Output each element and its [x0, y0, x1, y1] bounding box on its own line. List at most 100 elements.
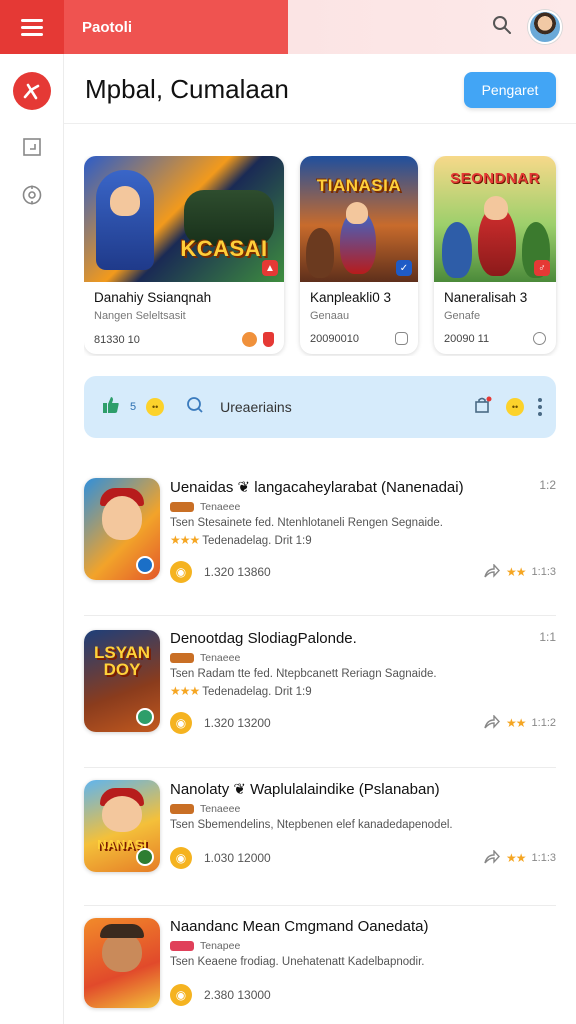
item-description: Tsen Sbemendelins, Ntepbenen elef kanade…: [170, 819, 453, 831]
item-description: Tsen Stesainete fed. Ntenhlotaneli Renge…: [170, 517, 444, 529]
filter-bar: 5 •• Ureaeriains ••: [84, 376, 556, 438]
list-item[interactable]: Uenaidas ❦ langacaheylarabat (Nanenadai)…: [84, 464, 556, 616]
card-art-text: SEONDNAR: [450, 170, 540, 187]
item-rating-text: Tedenadelag. Drit 1:9: [202, 686, 312, 698]
coin-icon: [242, 332, 257, 347]
tag-icon: [170, 941, 194, 951]
bag-icon[interactable]: [474, 396, 492, 419]
emoji-icon[interactable]: ••: [146, 398, 165, 416]
emoji-icon[interactable]: ••: [506, 398, 524, 416]
corner-badge-icon: ▲: [262, 260, 278, 276]
crop-icon[interactable]: [21, 136, 43, 158]
menu-icon: [21, 15, 43, 40]
item-thumbnail: [84, 478, 160, 580]
item-rating-text: Tedenadelag. Drit 1:9: [202, 535, 312, 547]
card-title: Kanpleakli0 3: [310, 290, 392, 305]
target-icon[interactable]: [21, 184, 43, 206]
brand-strip: Paotoli: [64, 0, 288, 54]
brand-icon[interactable]: [12, 72, 51, 110]
search-icon[interactable]: [492, 15, 512, 40]
list-item[interactable]: NANASI Nanolaty ❦ Waplulalaindike (Pslan…: [84, 768, 556, 906]
featured-card[interactable]: KCASAI ▲ Danahiy Ssianqnah Nangen Selelt…: [84, 156, 284, 354]
item-title: Uenaidas ❦ langacaheylarabat (Nanenadai): [170, 479, 464, 496]
left-rail: [0, 54, 64, 1024]
page-header: Mpbal, Cumalaan Pengaret: [64, 54, 576, 124]
featured-carousel: KCASAI ▲ Danahiy Ssianqnah Nangen Selelt…: [84, 156, 576, 356]
star-rating-icon: ★★★: [170, 533, 200, 547]
top-bar: Paotoli: [0, 0, 576, 54]
card-title: Naneralisah 3: [444, 290, 528, 305]
item-title: Denootdag SlodiagPalonde.: [170, 630, 357, 647]
item-right-value: 1:1:3: [531, 566, 556, 578]
item-subtitle: Tenaeee: [200, 652, 241, 664]
coin-icon: ◉: [170, 712, 192, 734]
item-stat: 1.030 12000: [204, 851, 271, 865]
shield-icon: [263, 332, 274, 347]
item-description: Tsen Keaene frodiag. Unehatenatt Kadelba…: [170, 956, 425, 968]
featured-card[interactable]: SEONDNAR ♂ Naneralisah 3 Genafe 20090 11: [434, 156, 556, 354]
menu-button[interactable]: [0, 0, 64, 54]
card-meta: 81330 10: [94, 333, 140, 346]
list-item[interactable]: LSYAN DOY Denootdag SlodiagPalonde. 1:1 …: [84, 616, 556, 768]
item-stat: 1.320 13860: [204, 565, 271, 579]
card-meta: 20090 11: [444, 332, 490, 345]
item-time: 1:1: [539, 630, 556, 644]
star-rating-icon: ★★★: [170, 684, 200, 698]
check-circle-icon: [533, 332, 546, 345]
main-content: Mpbal, Cumalaan Pengaret KCASAI ▲ Danahi…: [64, 54, 576, 1024]
coin-icon: ◉: [170, 847, 192, 869]
tag-icon: [170, 653, 194, 663]
card-subtitle: Genafe: [444, 310, 481, 322]
top-right-area: [288, 0, 576, 54]
item-time: 1:2: [539, 478, 556, 492]
card-title: Danahiy Ssianqnah: [94, 290, 212, 305]
corner-badge-icon: ♂: [534, 260, 550, 276]
item-subtitle: Tenaeee: [200, 803, 241, 815]
item-title: Nanolaty ❦ Waplulalaindike (Pslanaban): [170, 781, 440, 798]
featured-card[interactable]: TIANASIA ✓ Kanpleakli0 3 Genaau 20090010: [300, 156, 418, 354]
list-item[interactable]: Naandanc Mean Cmgmand Oanedata) Tenapee …: [84, 906, 556, 1024]
card-art-text: KCASAI: [180, 236, 268, 261]
item-right-value: 1:1:2: [531, 717, 556, 729]
item-stat: 2.380 13000: [204, 988, 271, 1002]
star-rating-icon: ★★: [506, 851, 526, 865]
filter-label: Ureaeriains: [220, 399, 292, 415]
thumbs-up-icon[interactable]: [102, 396, 120, 419]
card-subtitle: Nangen Seleltsasit: [94, 310, 186, 322]
item-thumbnail: [84, 918, 160, 1008]
item-right-value: 1:1:3: [531, 852, 556, 864]
coin-icon: ◉: [170, 561, 192, 583]
item-title: Naandanc Mean Cmgmand Oanedata): [170, 918, 429, 935]
item-thumbnail: NANASI: [84, 780, 160, 872]
coin-icon: ◉: [170, 984, 192, 1006]
card-artwork: TIANASIA ✓: [300, 156, 418, 282]
share-icon[interactable]: [484, 562, 500, 581]
item-subtitle: Tenapee: [200, 940, 241, 952]
card-artwork: SEONDNAR ♂: [434, 156, 556, 282]
share-icon[interactable]: [484, 713, 500, 732]
page-title: Mpbal, Cumalaan: [85, 74, 289, 104]
brand-label: Paotoli: [82, 18, 133, 36]
item-description: Tsen Radam tte fed. Ntepbcanett Reriagn …: [170, 668, 437, 680]
chat-icon: [395, 332, 408, 345]
share-icon[interactable]: [484, 848, 500, 867]
item-subtitle: Tenaeee: [200, 501, 241, 513]
star-rating-icon: ★★: [506, 716, 526, 730]
card-subtitle: Genaau: [310, 310, 350, 322]
search-icon[interactable]: [186, 396, 204, 419]
item-thumbnail: LSYAN DOY: [84, 630, 160, 732]
card-meta: 20090010: [310, 332, 359, 345]
item-stat: 1.320 13200: [204, 716, 271, 730]
corner-badge-icon: ✓: [396, 260, 412, 276]
primary-button[interactable]: Pengaret: [464, 72, 556, 108]
star-rating-icon: ★★: [506, 565, 526, 579]
game-list: Uenaidas ❦ langacaheylarabat (Nanenadai)…: [84, 464, 556, 1024]
avatar[interactable]: [528, 10, 562, 44]
thumb-art-text: LSYAN DOY: [93, 643, 151, 679]
more-vertical-icon[interactable]: [538, 398, 542, 416]
tag-icon: [170, 804, 194, 814]
card-artwork: KCASAI ▲: [84, 156, 284, 282]
filter-count: 5: [130, 401, 137, 413]
tag-icon: [170, 502, 194, 512]
card-art-text: TIANASIA: [316, 176, 402, 195]
